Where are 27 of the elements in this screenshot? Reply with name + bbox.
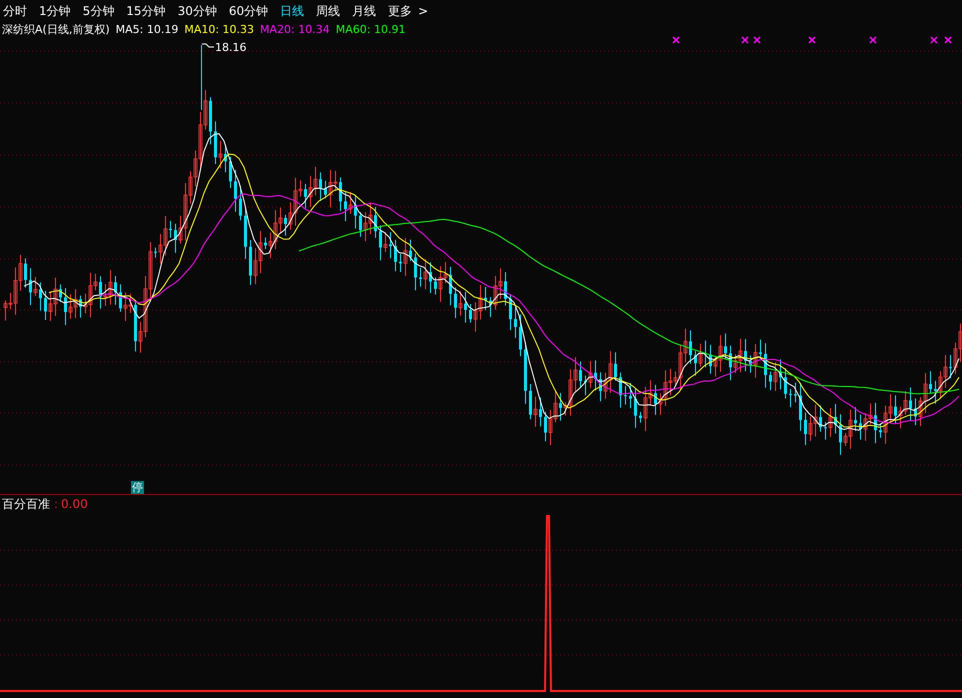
indicator-value: : 0.00: [54, 496, 88, 513]
cross-mark-icon: [944, 36, 952, 44]
moving-average-legend: MA10: 10.33: [184, 22, 254, 38]
cross-mark-icon: [869, 36, 877, 44]
moving-average-legend: MA60: 10.91: [336, 22, 406, 38]
cross-mark-icon: [741, 36, 749, 44]
moving-average-legend: MA5: 10.19: [116, 22, 178, 38]
more-menu[interactable]: 更多 >: [388, 2, 428, 20]
timeframe-tab[interactable]: 15分钟: [126, 2, 166, 20]
timeframe-tab[interactable]: 分时: [3, 2, 27, 20]
moving-average-legend: MA20: 10.34: [260, 22, 330, 38]
chart-title: 深纺织A(日线,前复权): [2, 22, 110, 38]
cross-mark-icon: [930, 36, 938, 44]
cross-mark-icon: [672, 36, 680, 44]
cross-mark-icon: [808, 36, 816, 44]
leader-line: [202, 44, 214, 48]
high-price-label: 18.16: [215, 40, 246, 56]
timeframe-tab[interactable]: 日线: [280, 2, 304, 20]
suspension-badge: 停: [131, 481, 144, 494]
timeframe-tab[interactable]: 30分钟: [178, 2, 217, 20]
timeframe-tab[interactable]: 月线: [352, 2, 376, 20]
cross-mark-icon: [753, 36, 761, 44]
timeframe-tab[interactable]: 周线: [316, 2, 340, 20]
timeframe-tab[interactable]: 60分钟: [228, 2, 268, 20]
timeframe-tab[interactable]: 5分钟: [82, 2, 114, 20]
timeframe-tab[interactable]: 1分钟: [39, 2, 71, 20]
indicator-name: 百分百准: [2, 496, 50, 513]
